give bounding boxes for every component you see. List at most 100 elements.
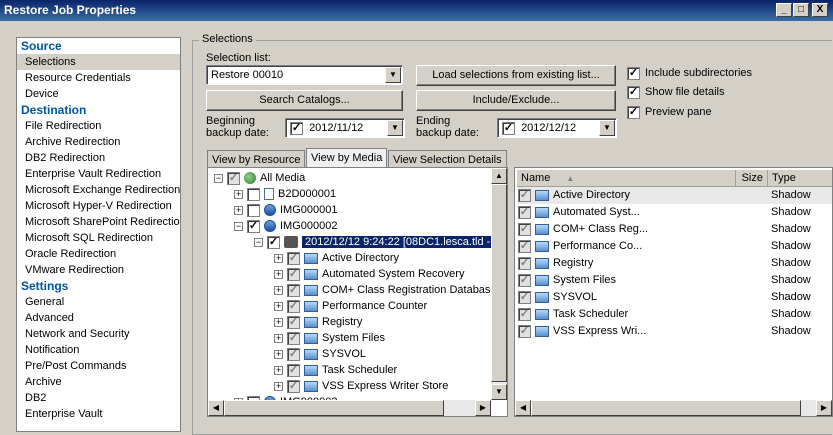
show-file-details-option[interactable]: ✓ Show file details	[627, 84, 725, 100]
preview-pane-option[interactable]: ✓ Preview pane	[627, 104, 712, 120]
list-item[interactable]: ✓ COM+ Class Reg... Shadow	[518, 221, 832, 238]
nav-item[interactable]: Oracle Redirection	[17, 246, 180, 262]
tab-view-by-media[interactable]: View by Media	[306, 148, 388, 169]
tree-node-backup-set[interactable]: − ✓ 2012/12/12 9:24:22 [08DC1.lesca.tld -	[254, 234, 494, 250]
list-horizontal-scrollbar[interactable]: ◀ ▶	[515, 400, 832, 416]
column-header-type[interactable]: Type	[768, 170, 832, 187]
nav-item[interactable]: Archive Redirection	[17, 134, 180, 150]
tree-node-item[interactable]: + ✓ SYSVOL	[274, 346, 366, 362]
scroll-thumb[interactable]	[491, 184, 507, 382]
tree-node-item[interactable]: + ✓ VSS Express Writer Store	[274, 378, 448, 394]
nav-item[interactable]: DB2	[17, 390, 180, 406]
list-checkbox[interactable]: ✓	[518, 239, 531, 253]
expand-icon[interactable]: +	[274, 285, 283, 295]
tree-node-item[interactable]: + ✓ Performance Counter	[274, 298, 427, 314]
include-subdirectories-checkbox[interactable]: ✓	[627, 66, 640, 80]
include-exclude-button[interactable]: Include/Exclude...	[416, 90, 616, 111]
tree-checkbox[interactable]: ✓	[267, 235, 280, 249]
tree-node-all-media[interactable]: − ✓ All Media	[214, 170, 305, 186]
scroll-thumb[interactable]	[224, 400, 444, 416]
nav-item[interactable]: Resource Credentials	[17, 70, 180, 86]
media-tree[interactable]: − ✓ All Media + B2D000001 + IMG000001 − ✓ IMG0…	[207, 167, 508, 417]
end-date-checkbox[interactable]: ✓	[502, 121, 515, 135]
expand-icon[interactable]: +	[274, 349, 283, 359]
expand-icon[interactable]: +	[274, 333, 283, 343]
list-item[interactable]: ✓ Performance Co... Shadow	[518, 238, 832, 255]
expand-icon[interactable]: +	[274, 365, 283, 375]
expand-icon[interactable]: +	[274, 269, 283, 279]
begin-date-picker[interactable]: ✓ 2012/11/12 ▼	[285, 118, 405, 138]
collapse-icon[interactable]: −	[234, 221, 243, 231]
tree-node-item[interactable]: + ✓ Task Scheduler	[274, 362, 397, 378]
list-checkbox[interactable]: ✓	[518, 205, 531, 219]
tree-checkbox[interactable]: ✓	[287, 379, 300, 393]
list-checkbox[interactable]: ✓	[518, 222, 531, 236]
scroll-thumb[interactable]	[531, 400, 801, 416]
end-date-picker[interactable]: ✓ 2012/12/12 ▼	[497, 118, 617, 138]
tree-checkbox[interactable]: ✓	[287, 299, 300, 313]
show-file-details-checkbox[interactable]: ✓	[627, 85, 640, 99]
scroll-right-icon[interactable]: ▶	[475, 400, 491, 416]
include-subdirectories-option[interactable]: ✓ Include subdirectories	[627, 65, 752, 81]
tree-node-item[interactable]: + ✓ System Files	[274, 330, 385, 346]
details-list[interactable]: Name ▲ Size Type ✓ Active Directory Shadow ✓…	[514, 167, 833, 417]
nav-item[interactable]: Enterprise Vault Redirection	[17, 166, 180, 182]
nav-item[interactable]: Device	[17, 86, 180, 102]
nav-item[interactable]: Archive	[17, 374, 180, 390]
nav-item[interactable]: VMware Redirection	[17, 262, 180, 278]
nav-item[interactable]: General	[17, 294, 180, 310]
tree-checkbox[interactable]: ✓	[287, 251, 300, 265]
expand-icon[interactable]: +	[234, 205, 243, 215]
expand-icon[interactable]: +	[274, 301, 283, 311]
tree-vertical-scrollbar[interactable]: ▲ ▼	[491, 168, 507, 400]
scroll-down-icon[interactable]: ▼	[491, 384, 507, 400]
chevron-down-icon[interactable]: ▼	[385, 67, 401, 83]
collapse-icon[interactable]: −	[214, 173, 223, 183]
nav-item[interactable]: Pre/Post Commands	[17, 358, 180, 374]
maximize-button[interactable]: □	[793, 3, 809, 17]
nav-item[interactable]: DB2 Redirection	[17, 150, 180, 166]
nav-item[interactable]: Advanced	[17, 310, 180, 326]
tree-checkbox[interactable]: ✓	[287, 331, 300, 345]
tree-checkbox[interactable]: ✓	[247, 219, 260, 233]
tree-node-item[interactable]: + ✓ Automated System Recovery	[274, 266, 464, 282]
selection-list-combo[interactable]: Restore 00010 ▼	[206, 65, 403, 85]
list-item[interactable]: ✓ Task Scheduler Shadow	[518, 306, 832, 323]
tree-node-item[interactable]: + ✓ Active Directory	[274, 250, 399, 266]
tree-checkbox[interactable]	[247, 203, 260, 217]
collapse-icon[interactable]: −	[254, 237, 263, 247]
nav-item[interactable]: Enterprise Vault	[17, 406, 180, 422]
scroll-left-icon[interactable]: ◀	[515, 400, 531, 416]
list-checkbox[interactable]: ✓	[518, 273, 531, 287]
nav-item[interactable]: Microsoft SharePoint Redirection	[17, 214, 180, 230]
nav-item[interactable]: Microsoft Exchange Redirection	[17, 182, 180, 198]
tree-node-item[interactable]: + ✓ Registry	[274, 314, 362, 330]
tree-node-media[interactable]: + B2D000001	[234, 186, 336, 202]
tree-node-media[interactable]: + IMG000001	[234, 202, 337, 218]
tree-checkbox[interactable]: ✓	[287, 363, 300, 377]
list-item[interactable]: ✓ Registry Shadow	[518, 255, 832, 272]
nav-item[interactable]: Microsoft Hyper-V Redirection	[17, 198, 180, 214]
search-catalogs-button[interactable]: Search Catalogs...	[206, 90, 403, 111]
list-item[interactable]: ✓ VSS Express Wri... Shadow	[518, 323, 832, 340]
tree-node-item[interactable]: + ✓ COM+ Class Registration Database	[274, 282, 497, 298]
expand-icon[interactable]: +	[234, 189, 243, 199]
nav-item[interactable]: Selections	[17, 54, 180, 70]
list-checkbox[interactable]: ✓	[518, 188, 531, 202]
list-checkbox[interactable]: ✓	[518, 324, 531, 338]
nav-item[interactable]: Microsoft SQL Redirection	[17, 230, 180, 246]
nav-item[interactable]: File Redirection	[17, 118, 180, 134]
begin-date-checkbox[interactable]: ✓	[290, 121, 303, 135]
list-item[interactable]: ✓ System Files Shadow	[518, 272, 832, 289]
expand-icon[interactable]: +	[274, 381, 283, 391]
tree-checkbox[interactable]: ✓	[287, 267, 300, 281]
tree-checkbox[interactable]: ✓	[287, 283, 300, 297]
list-checkbox[interactable]: ✓	[518, 256, 531, 270]
list-checkbox[interactable]: ✓	[518, 307, 531, 321]
list-checkbox[interactable]: ✓	[518, 290, 531, 304]
list-item[interactable]: ✓ SYSVOL Shadow	[518, 289, 832, 306]
tree-checkbox[interactable]	[247, 187, 260, 201]
list-item[interactable]: ✓ Active Directory Shadow	[518, 187, 832, 204]
nav-item[interactable]: Network and Security	[17, 326, 180, 342]
preview-pane-checkbox[interactable]: ✓	[627, 105, 640, 119]
